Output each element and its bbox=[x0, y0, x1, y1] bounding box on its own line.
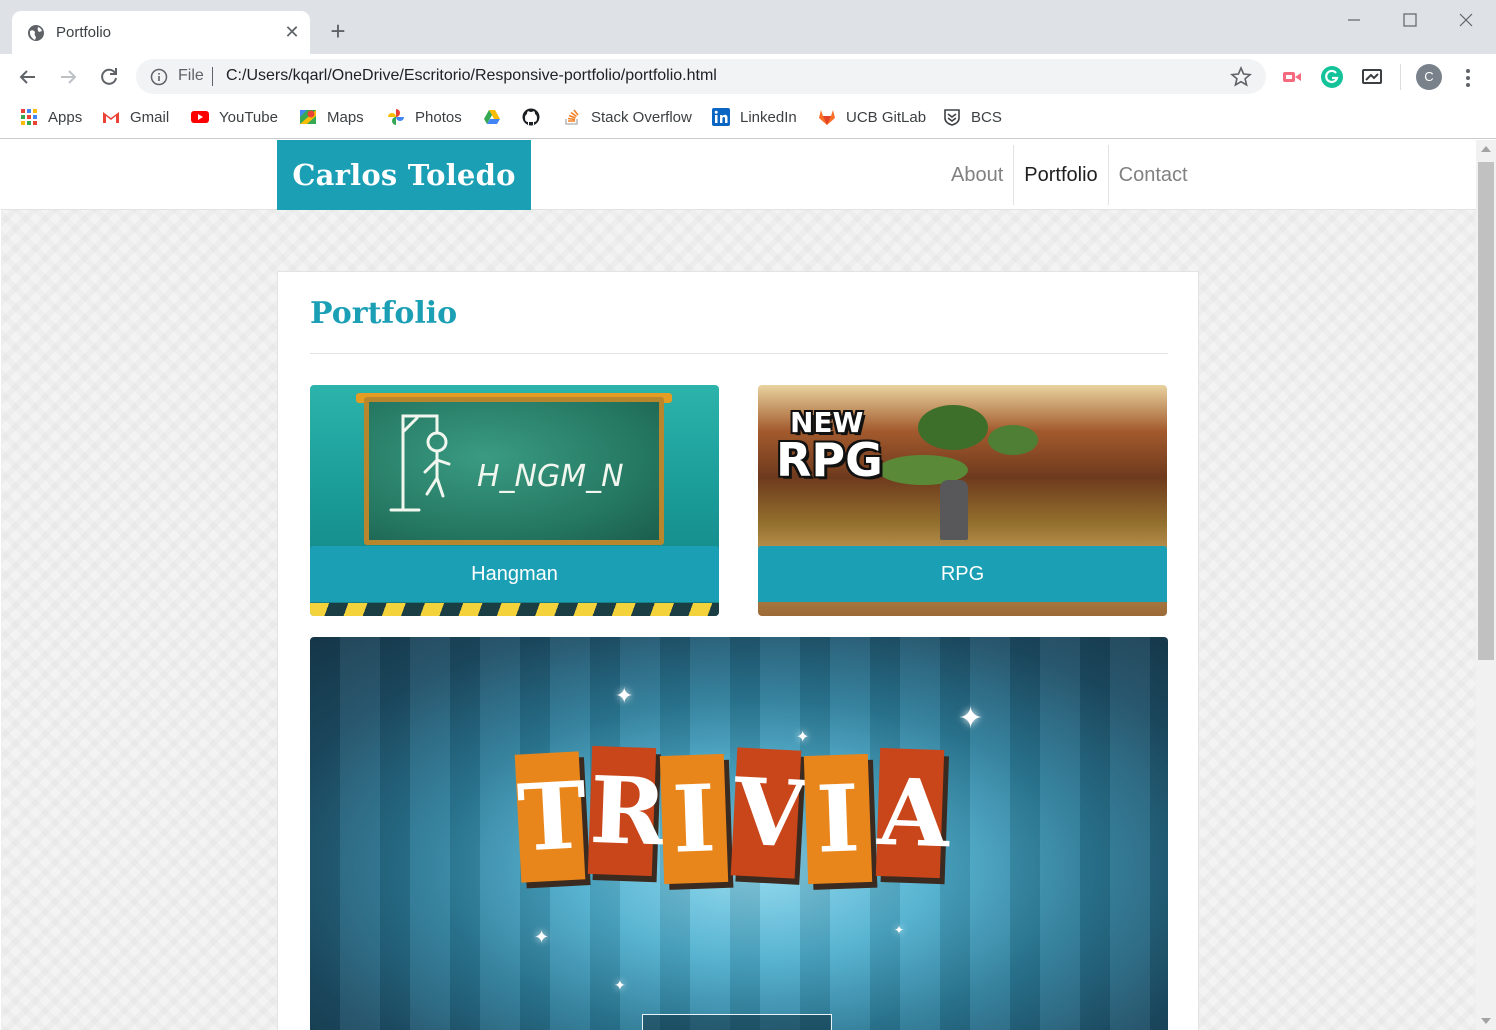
bookmark-label: BCS bbox=[971, 108, 1002, 126]
bookmark-label: YouTube bbox=[219, 108, 278, 126]
trivia-letter: T bbox=[514, 751, 589, 883]
sparkle-icon: ✦ bbox=[958, 702, 984, 735]
portfolio-card: Portfolio H_NGM_N Hangman NEW RPG RPG ✦ … bbox=[277, 271, 1199, 1030]
trivia-letter: V bbox=[730, 747, 808, 879]
trivia-letter: I bbox=[659, 753, 729, 885]
sparkle-icon: ✦ bbox=[894, 923, 905, 937]
url-text[interactable]: C:/Users/kqarl/OneDrive/Escritorio/Respo… bbox=[226, 67, 717, 85]
project-rpg[interactable]: NEW RPG RPG bbox=[758, 385, 1167, 616]
project-label-rpg: RPG bbox=[758, 546, 1167, 602]
sparkle-icon: ✦ bbox=[796, 729, 810, 746]
scroll-up-arrow-icon[interactable] bbox=[1481, 146, 1491, 152]
bookmark-apps[interactable]: Apps bbox=[20, 107, 82, 127]
new-tab-button[interactable]: + bbox=[325, 18, 351, 46]
youtube-icon bbox=[191, 111, 209, 123]
bookmark-linkedin[interactable]: LinkedIn bbox=[712, 107, 797, 127]
project-hangman[interactable]: H_NGM_N Hangman bbox=[310, 385, 719, 616]
project-trivia[interactable]: ✦ ✦ ✦ ✦ ✦ ✦ T R I V I A Start bbox=[310, 637, 1168, 1030]
scroll-down-arrow-icon[interactable] bbox=[1481, 1018, 1491, 1024]
gitlab-icon bbox=[819, 110, 835, 125]
photos-icon bbox=[388, 109, 404, 125]
bookmark-github[interactable] bbox=[522, 107, 550, 127]
minimize-icon[interactable] bbox=[1332, 6, 1376, 34]
bookmark-label: Gmail bbox=[130, 108, 170, 126]
hangman-gallows-drawing: H_NGM_N bbox=[389, 414, 624, 512]
nav-about[interactable]: About bbox=[941, 145, 1013, 205]
main-nav: About Portfolio Contact bbox=[941, 145, 1198, 205]
maps-icon bbox=[300, 110, 316, 124]
address-bar[interactable]: File C:/Users/kqarl/OneDrive/Escritorio/… bbox=[136, 59, 1266, 94]
scroll-thumb[interactable] bbox=[1478, 162, 1494, 660]
globe-icon bbox=[28, 25, 44, 41]
site-brand[interactable]: Carlos Toledo bbox=[277, 140, 531, 210]
trivia-start-button[interactable]: Start bbox=[642, 1014, 832, 1030]
page-viewport: Carlos Toledo About Portfolio Contact Po… bbox=[1, 140, 1476, 1030]
bookmark-label: UCB GitLab bbox=[846, 108, 927, 126]
browser-tab[interactable]: Portfolio ✕ bbox=[12, 11, 310, 54]
bookmark-label: Photos bbox=[415, 108, 462, 126]
bookmark-drive[interactable] bbox=[483, 107, 511, 127]
trivia-letter: R bbox=[587, 745, 668, 877]
screencast-extension-icon[interactable] bbox=[1280, 65, 1304, 89]
nav-contact[interactable]: Contact bbox=[1109, 145, 1198, 205]
bookmark-gitlab[interactable]: UCB GitLab bbox=[818, 107, 926, 127]
browser-toolbar: File C:/Users/kqarl/OneDrive/Escritorio/… bbox=[0, 54, 1496, 100]
rpg-tree bbox=[988, 425, 1038, 455]
project-label-hangman: Hangman bbox=[310, 546, 719, 602]
grammarly-icon[interactable] bbox=[1320, 65, 1344, 89]
bookmark-gmail[interactable]: Gmail bbox=[102, 107, 169, 127]
omnibox-scheme: File bbox=[178, 67, 204, 84]
tab-close-icon[interactable]: ✕ bbox=[282, 21, 302, 43]
trivia-letter: I bbox=[803, 753, 873, 885]
hangman-chalkboard: H_NGM_N bbox=[364, 397, 664, 545]
github-icon bbox=[522, 108, 540, 126]
bookmarks-bar: Apps Gmail YouTube Maps Photos Stack Ove… bbox=[0, 100, 1496, 139]
nav-portfolio[interactable]: Portfolio bbox=[1014, 145, 1107, 205]
apps-grid-icon bbox=[21, 109, 37, 125]
bookmark-stackoverflow[interactable]: Stack Overflow bbox=[563, 107, 692, 127]
window-close-icon[interactable] bbox=[1444, 6, 1488, 34]
bookmark-star-icon[interactable] bbox=[1230, 66, 1252, 88]
gmail-icon bbox=[103, 112, 119, 123]
cast-screen-icon[interactable] bbox=[1360, 65, 1384, 89]
trivia-letter: A bbox=[875, 747, 951, 879]
bookmark-label: Stack Overflow bbox=[591, 108, 692, 126]
bookmark-bcs[interactable]: BCS bbox=[943, 107, 1002, 127]
bookmark-maps[interactable]: Maps bbox=[299, 107, 364, 127]
reload-icon[interactable] bbox=[96, 64, 122, 90]
omnibox-separator bbox=[212, 67, 213, 86]
hazard-stripe bbox=[310, 603, 719, 616]
menu-kebab-icon[interactable] bbox=[1458, 66, 1478, 90]
page-title: Portfolio bbox=[310, 296, 458, 331]
bookmark-label: Apps bbox=[48, 108, 83, 126]
hangman-art-text: H_NGM_N bbox=[477, 459, 624, 494]
toolbar-divider bbox=[1400, 64, 1401, 90]
tab-strip: Portfolio ✕ + bbox=[0, 0, 1496, 54]
bcs-icon bbox=[944, 109, 960, 126]
back-arrow-icon[interactable] bbox=[15, 64, 41, 90]
sparkle-icon: ✦ bbox=[615, 683, 634, 708]
sparkle-icon: ✦ bbox=[614, 977, 626, 993]
bookmark-label: LinkedIn bbox=[740, 108, 797, 126]
site-header: Carlos Toledo About Portfolio Contact bbox=[1, 140, 1476, 210]
rpg-character bbox=[940, 480, 968, 540]
sparkle-icon: ✦ bbox=[534, 927, 550, 947]
rpg-tree bbox=[918, 405, 988, 450]
google-drive-icon bbox=[484, 110, 500, 124]
info-icon[interactable] bbox=[150, 68, 168, 86]
stackoverflow-icon bbox=[565, 109, 579, 125]
title-divider bbox=[310, 353, 1168, 354]
rpg-art-title: NEW RPG bbox=[776, 406, 883, 487]
profile-avatar[interactable]: C bbox=[1416, 64, 1442, 90]
linkedin-icon bbox=[712, 108, 730, 126]
maximize-icon[interactable] bbox=[1388, 6, 1432, 34]
tab-title: Portfolio bbox=[56, 24, 112, 41]
bookmark-youtube[interactable]: YouTube bbox=[191, 107, 278, 127]
bookmark-photos[interactable]: Photos bbox=[387, 107, 462, 127]
forward-arrow-icon[interactable] bbox=[55, 64, 81, 90]
bookmark-label: Maps bbox=[327, 108, 364, 126]
page-scrollbar[interactable] bbox=[1476, 140, 1496, 1030]
